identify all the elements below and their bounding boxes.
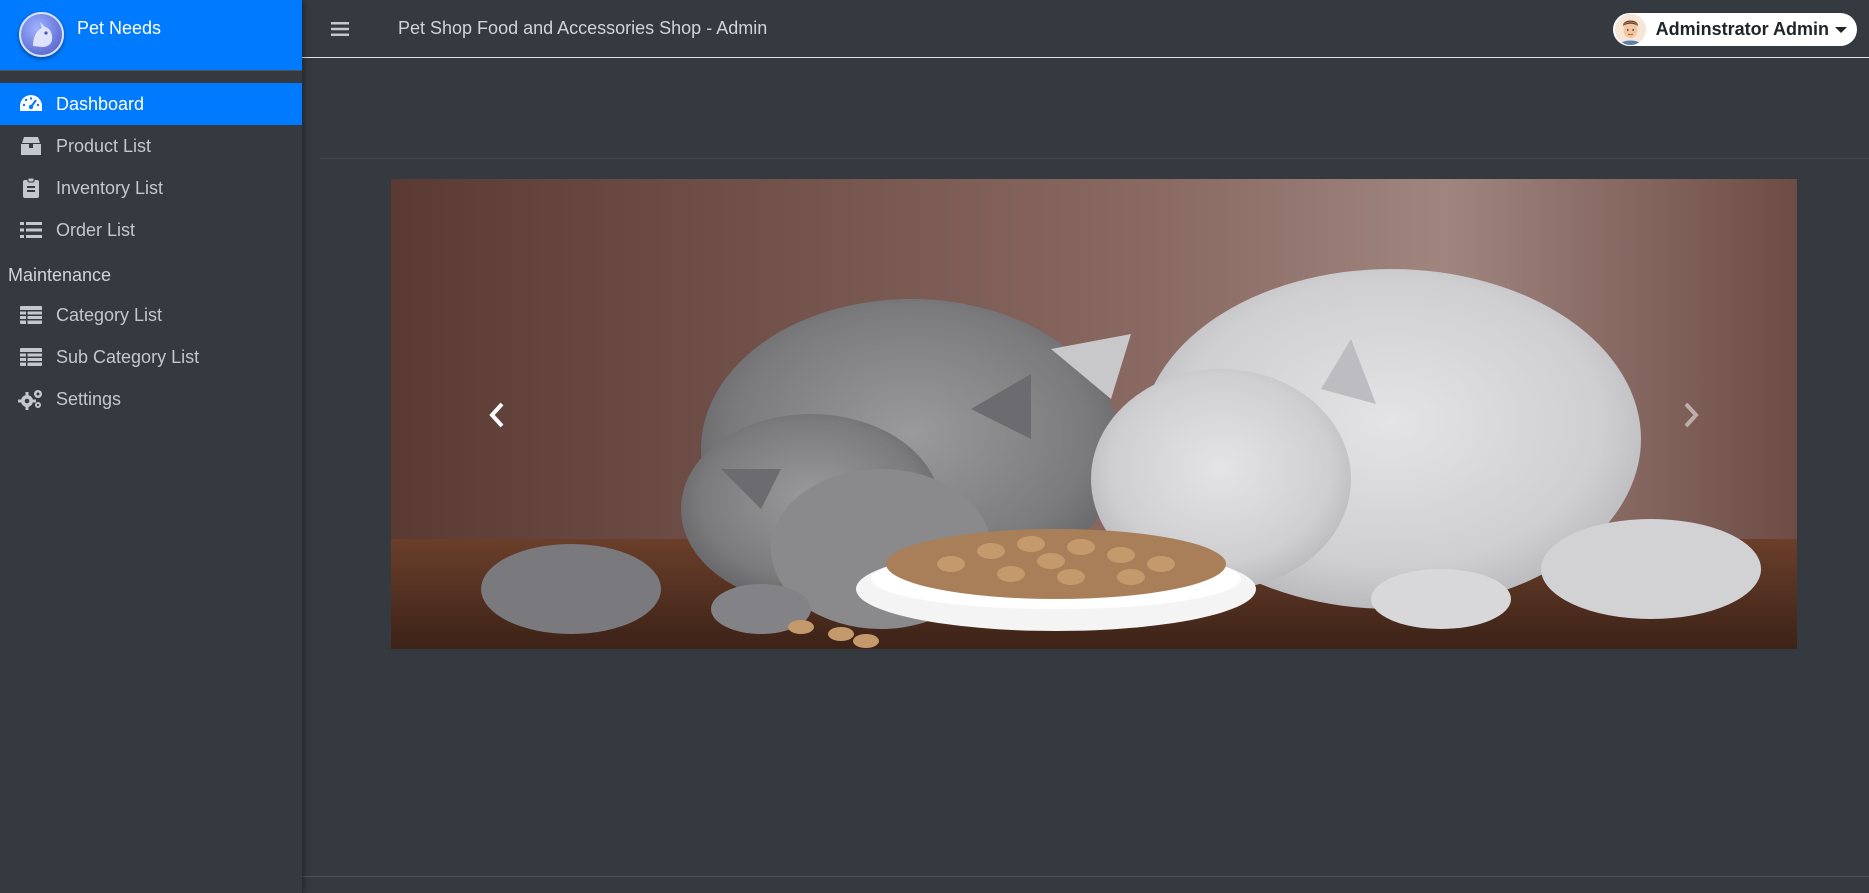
sidebar-item-category-list[interactable]: Category List (0, 294, 302, 336)
cat-dog-logo-icon (19, 12, 64, 57)
hamburger-icon[interactable] (328, 18, 352, 40)
banner-carousel (391, 179, 1797, 649)
avatar (1614, 14, 1646, 45)
footer-divider (302, 876, 1869, 877)
user-dropdown[interactable]: Adminstrator Admin (1612, 13, 1857, 46)
brand-link[interactable]: Pet Needs (0, 0, 302, 71)
box-icon (18, 134, 44, 158)
dashboard-icon (18, 92, 44, 116)
table-icon (18, 345, 44, 369)
clipboard-icon (18, 176, 44, 200)
user-name: Adminstrator Admin (1655, 19, 1829, 39)
sidebar-item-inventory-list[interactable]: Inventory List (0, 167, 302, 209)
page-title: Pet Shop Food and Accessories Shop - Adm… (398, 18, 768, 38)
chevron-right-icon[interactable] (1679, 401, 1703, 429)
sidebar-nav: Dashboard Product List Inventory List Or… (0, 83, 302, 420)
gears-icon (18, 387, 44, 411)
caret-down-icon (1835, 26, 1847, 33)
sidebar-item-label: Product List (56, 135, 152, 156)
sidebar-item-dashboard[interactable]: Dashboard (0, 83, 302, 125)
table-icon (18, 303, 44, 327)
sidebar-item-order-list[interactable]: Order List (0, 209, 302, 251)
top-navbar: Pet Shop Food and Accessories Shop - Adm… (302, 0, 1869, 58)
chevron-left-icon[interactable] (485, 401, 509, 429)
sidebar-item-sub-category-list[interactable]: Sub Category List (0, 336, 302, 378)
sidebar-item-product-list[interactable]: Product List (0, 125, 302, 167)
sidebar-item-label: Category List (56, 304, 163, 325)
sidebar-item-label: Settings (56, 388, 122, 409)
nav-header-maintenance: Maintenance (8, 265, 112, 285)
sidebar-item-label: Order List (56, 219, 136, 240)
sidebar-item-label: Dashboard (56, 93, 145, 114)
kittens-eating-banner (391, 179, 1797, 649)
brand-name: Pet Needs (77, 18, 162, 38)
sidebar-item-label: Sub Category List (56, 346, 200, 367)
sidebar-item-settings[interactable]: Settings (0, 378, 302, 420)
sidebar-item-label: Inventory List (56, 177, 164, 198)
sidebar: Pet Needs Dashboard Product List Invento… (0, 0, 302, 893)
list-icon (18, 218, 44, 242)
content-header (320, 58, 1869, 159)
